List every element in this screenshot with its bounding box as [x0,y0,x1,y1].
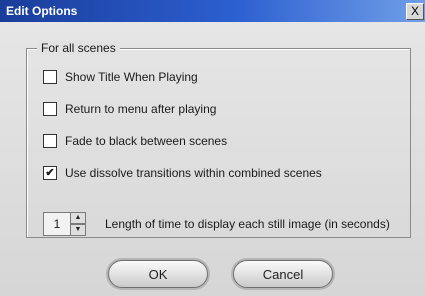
options-group: For all scenes Show Title When Playing R… [26,41,411,238]
return-to-menu-label[interactable]: Return to menu after playing [65,102,216,116]
fade-to-black-label[interactable]: Fade to black between scenes [65,134,227,148]
window-title: Edit Options [6,4,78,18]
option-return-to-menu[interactable]: Return to menu after playing [43,101,216,117]
show-title-checkbox[interactable] [43,70,57,84]
still-duration-label: Length of time to display each still ima… [105,217,390,231]
option-show-title[interactable]: Show Title When Playing [43,69,198,85]
cancel-button[interactable]: Cancel [233,260,333,288]
still-duration-spinner[interactable]: 1 ▲ ▼ [43,212,89,236]
group-legend: For all scenes [37,41,120,55]
return-to-menu-checkbox[interactable] [43,102,57,116]
show-title-label[interactable]: Show Title When Playing [65,70,198,84]
dissolve-transitions-label[interactable]: Use dissolve transitions within combined… [65,166,322,180]
fade-to-black-checkbox[interactable] [43,134,57,148]
arrow-down-icon[interactable]: ▼ [70,224,86,236]
arrow-up-icon[interactable]: ▲ [70,212,86,224]
option-dissolve-transitions[interactable]: ✔ Use dissolve transitions within combin… [43,165,322,181]
ok-button[interactable]: OK [108,260,208,288]
dialog-body: For all scenes Show Title When Playing R… [0,22,425,296]
dissolve-transitions-checkbox[interactable]: ✔ [43,166,57,180]
still-duration-input[interactable]: 1 [43,212,70,236]
spinner-buttons: ▲ ▼ [70,212,86,236]
title-bar: Edit Options X [0,0,425,22]
close-icon[interactable]: X [406,3,424,20]
option-fade-to-black[interactable]: Fade to black between scenes [43,133,227,149]
